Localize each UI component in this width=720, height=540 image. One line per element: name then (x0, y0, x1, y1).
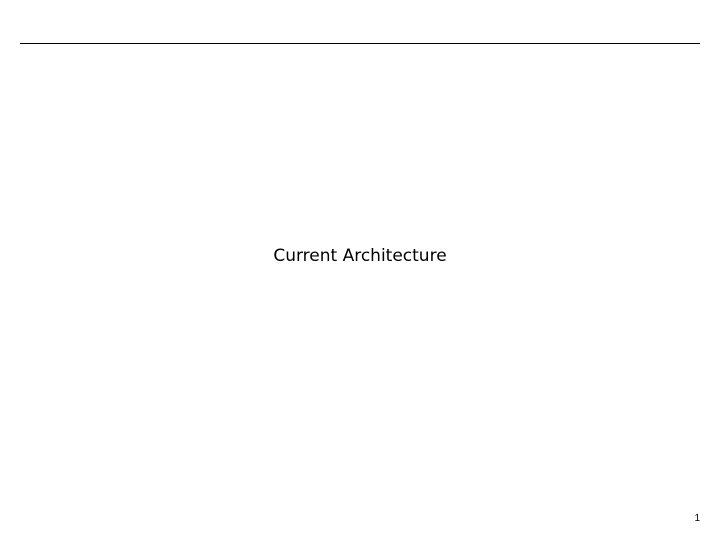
header-divider-line (20, 43, 700, 44)
page-number: 1 (694, 513, 700, 524)
slide-title: Current Architecture (273, 246, 447, 266)
presentation-slide: Current Architecture 1 (0, 0, 720, 540)
